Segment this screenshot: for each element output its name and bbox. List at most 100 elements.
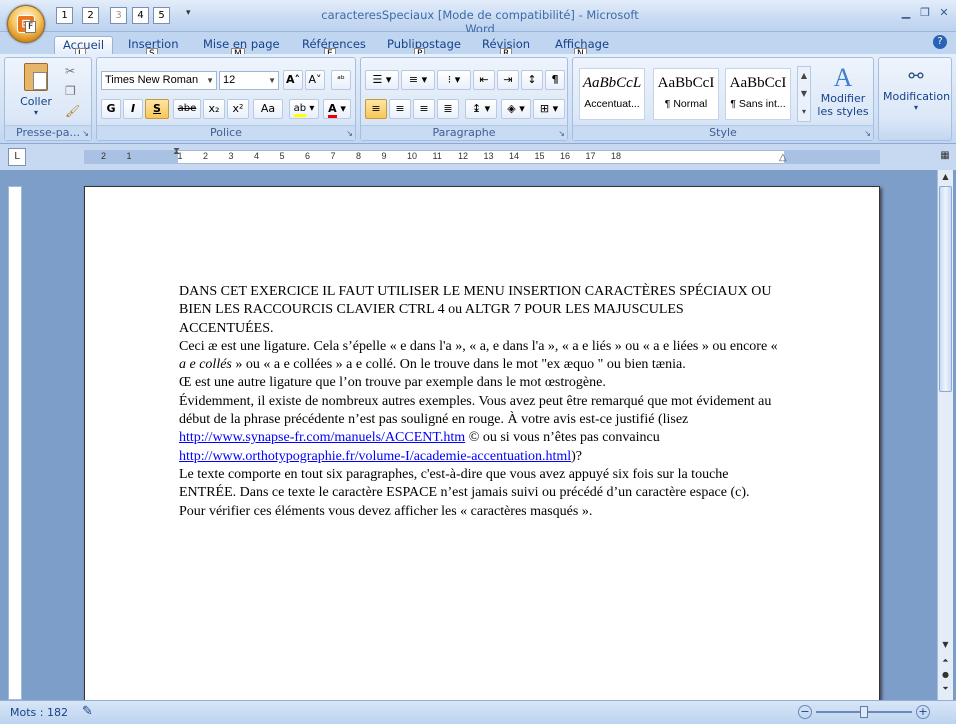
clipboard-launcher-icon[interactable]: ↘ [82, 129, 89, 138]
link-synapse[interactable]: http://www.synapse-fr.com/manuels/ACCENT… [179, 430, 465, 445]
styles-group-label: Style [573, 125, 873, 140]
paragraph-launcher-icon[interactable]: ↘ [558, 129, 565, 138]
shading-icon[interactable]: ◈ ▾ [501, 99, 531, 119]
change-styles-button[interactable]: A Modifier les styles [813, 64, 873, 119]
office-button[interactable]: ⊞ F [7, 5, 45, 43]
help-icon[interactable]: ? [933, 35, 947, 49]
minimize-icon[interactable]: ▁ [898, 6, 914, 20]
copy-icon[interactable]: ❐ [65, 84, 76, 98]
restore-icon[interactable]: ❐ [917, 6, 933, 20]
vertical-scrollbar[interactable]: ▲ ▼ ⏶ ● ⏷ [937, 170, 953, 700]
document-text[interactable]: DANS CET EXERCICE IL FAUT UTILISER LE ME… [179, 283, 779, 521]
ruler-tick-label: 18 [611, 151, 622, 161]
align-left-icon[interactable]: ≡ [365, 99, 387, 119]
right-indent-icon[interactable]: △ [779, 152, 787, 163]
zoom-out-icon[interactable]: − [798, 705, 812, 719]
show-marks-icon[interactable]: ¶ [545, 70, 565, 90]
paragraph-2-text-c: » ou « a e collées » a e collé. On le tr… [231, 357, 686, 373]
styles-scroll-icon[interactable]: ▲ ▼ ▾ [797, 66, 811, 122]
font-launcher-icon[interactable]: ↘ [346, 129, 353, 138]
quick-access-4[interactable]: 4 [132, 7, 149, 24]
scroll-up-icon[interactable]: ▲ [939, 172, 952, 184]
status-bar: Mots : 182 ✎ − + [0, 700, 956, 724]
style-no-spacing-name: ¶ Sans int... [730, 98, 786, 110]
ruler-tick-label: 1 [126, 151, 132, 161]
borders-icon[interactable]: ⊞ ▾ [533, 99, 565, 119]
title-bar: 1 2 3 4 5 ▾ caracteresSpeciaux [Mode de … [0, 0, 956, 36]
close-icon[interactable]: ✕ [936, 6, 952, 20]
align-center-icon[interactable]: ≡ [389, 99, 411, 119]
paste-icon [24, 63, 48, 91]
qat-customize-icon[interactable]: ▾ [186, 8, 191, 18]
styles-launcher-icon[interactable]: ↘ [864, 129, 871, 138]
justify-icon[interactable]: ≣ [437, 99, 459, 119]
ruler-tick-label: 8 [356, 151, 362, 161]
vertical-ruler[interactable] [8, 186, 22, 700]
view-ruler-icon[interactable]: ▦ [937, 150, 953, 166]
tab-selector-icon[interactable]: L [8, 148, 26, 166]
group-font: Times New Roman ▼ 12 ▼ A˄ A˅ ᵃᵇ G I S abe … [96, 57, 356, 141]
decrease-indent-icon[interactable]: ⇤ [473, 70, 495, 90]
font-name-dropdown-icon[interactable]: ▼ [206, 72, 214, 89]
sort-icon[interactable]: ↕ [521, 70, 543, 90]
word-count[interactable]: Mots : 182 [10, 706, 68, 719]
bullets-icon[interactable]: ☰ ▾ [365, 70, 399, 90]
font-color-icon[interactable]: A ▾ [323, 99, 351, 119]
superscript-button[interactable]: x² [227, 99, 249, 119]
strikethrough-button[interactable]: abe [173, 99, 201, 119]
style-normal[interactable]: AaBbCcI ¶ Normal [653, 68, 719, 120]
increase-indent-icon[interactable]: ⇥ [497, 70, 519, 90]
quick-access-2[interactable]: 2 [82, 7, 99, 24]
ruler-tick-label: 11 [432, 151, 442, 161]
format-painter-icon[interactable]: 🖌 [65, 104, 80, 118]
change-case-button[interactable]: Aa [253, 99, 283, 119]
font-size-combo[interactable]: 12 ▼ [219, 71, 279, 90]
line-spacing-icon[interactable]: ↨ ▾ [465, 99, 497, 119]
paste-button[interactable]: Coller ▾ [15, 61, 57, 117]
ruler-tick-label: 12 [458, 151, 469, 161]
scroll-thumb[interactable] [939, 186, 952, 392]
italic-button[interactable]: I [123, 99, 143, 119]
numbering-icon[interactable]: ≡ ▾ [401, 70, 435, 90]
previous-page-icon[interactable]: ⏶ [939, 656, 952, 666]
browse-object-icon[interactable]: ● [939, 670, 952, 679]
shrink-font-icon[interactable]: A˅ [305, 70, 325, 90]
font-size-dropdown-icon[interactable]: ▼ [268, 72, 276, 89]
scroll-down-icon[interactable]: ▼ [939, 640, 952, 652]
proofing-icon[interactable]: ✎ [82, 704, 93, 719]
next-page-icon[interactable]: ⏷ [939, 684, 952, 694]
paragraph-5[interactable]: Le texte comporte en tout six paragraphe… [179, 466, 779, 503]
quick-access-3[interactable]: 3 [110, 7, 127, 24]
group-clipboard: Coller ▾ ✂ ❐ 🖌 Presse-pa... ↘ [4, 57, 92, 141]
paragraph-6[interactable]: Pour vérifier ces éléments vous devez af… [179, 503, 779, 521]
paragraph-3[interactable]: Œ est une autre ligature que l’on trouve… [179, 374, 779, 392]
ruler-tick-label: 5 [279, 151, 285, 161]
zoom-slider-thumb[interactable] [860, 706, 868, 718]
highlight-color-icon[interactable]: ab ▾ [289, 99, 319, 119]
align-right-icon[interactable]: ≡ [413, 99, 435, 119]
bold-button[interactable]: G [101, 99, 121, 119]
paragraph-4[interactable]: Évidemment, il existe de nombreux autres… [179, 393, 779, 466]
ruler-tick-label: 13 [483, 151, 494, 161]
ribbon-tabs: Accueil Insertion Mise en page Référence… [0, 32, 956, 54]
paragraph-2[interactable]: Ceci æ est une ligature. Cela s’épelle «… [179, 338, 779, 375]
cut-icon[interactable]: ✂ [65, 64, 75, 78]
link-orthotypographie[interactable]: http://www.orthotypographie.fr/volume-I/… [179, 449, 571, 464]
style-emphasis-preview: AaBbCcL [582, 75, 642, 91]
zoom-in-icon[interactable]: + [916, 705, 930, 719]
first-line-indent-icon[interactable]: ⧗ [173, 146, 180, 157]
editing-button[interactable]: ⚯ Modification ▾ [883, 64, 950, 112]
quick-access-5[interactable]: 5 [153, 7, 170, 24]
quick-access-1[interactable]: 1 [56, 7, 73, 24]
binoculars-icon: ⚯ [908, 66, 924, 87]
grow-font-icon[interactable]: A˄ [283, 70, 303, 90]
font-name-combo[interactable]: Times New Roman ▼ [101, 71, 217, 90]
multilevel-list-icon[interactable]: ⁝ ▾ [437, 70, 471, 90]
font-name-value: Times New Roman [105, 74, 199, 86]
style-no-spacing[interactable]: AaBbCcI ¶ Sans int... [725, 68, 791, 120]
clear-format-icon[interactable]: ᵃᵇ [331, 70, 351, 90]
paragraph-1[interactable]: DANS CET EXERCICE IL FAUT UTILISER LE ME… [179, 283, 779, 338]
subscript-button[interactable]: x₂ [203, 99, 225, 119]
underline-button[interactable]: S [145, 99, 169, 119]
style-emphasis[interactable]: AaBbCcL Accentuat... [579, 68, 645, 120]
